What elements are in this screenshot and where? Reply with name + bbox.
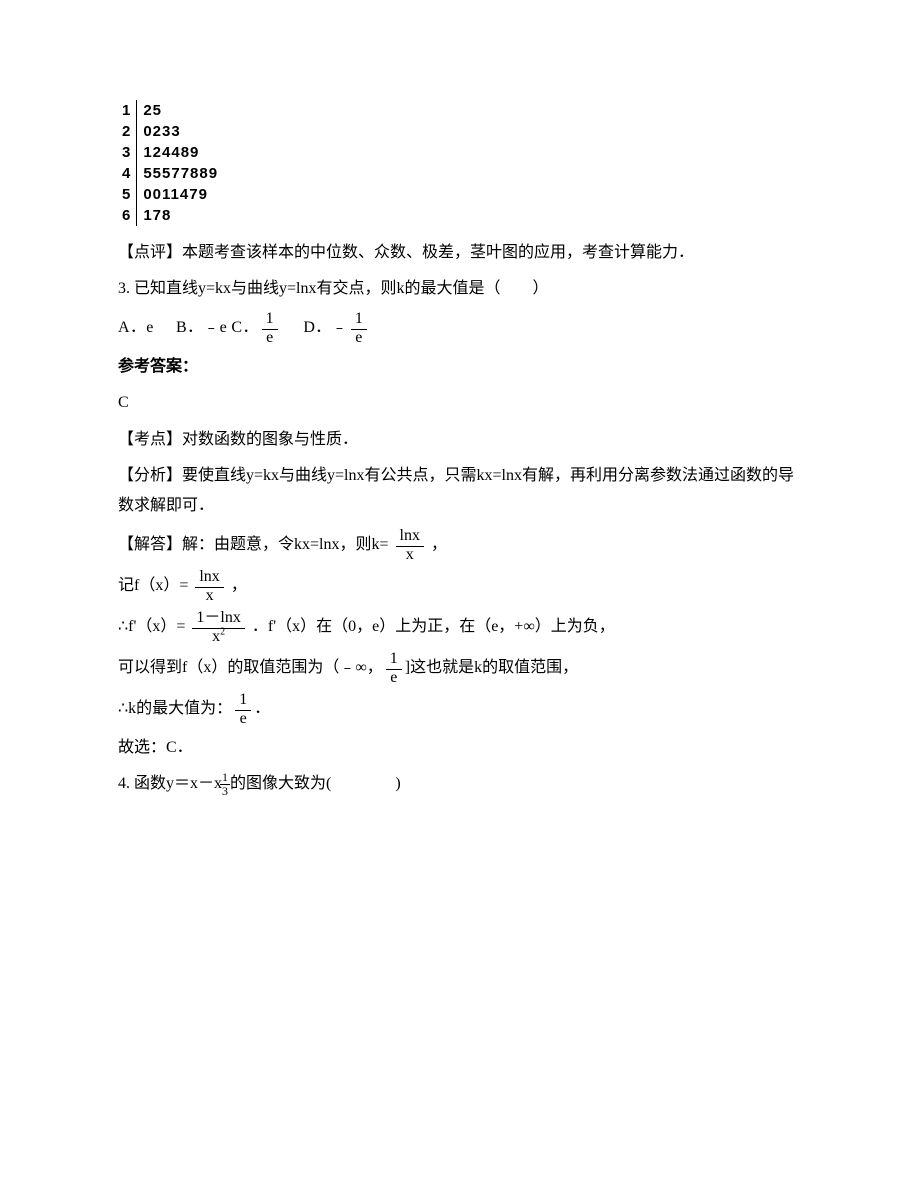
stem-cell: 4	[118, 163, 137, 184]
frac-den: e	[235, 711, 251, 727]
frac: 1e	[235, 692, 251, 727]
exponent-frac: 13	[220, 771, 230, 797]
stem-cell: 5	[118, 184, 137, 205]
opt-c-frac: 1e	[262, 311, 278, 346]
text: 【解答】解：由题意，令kx=lnx，则k=	[118, 536, 393, 553]
jieda-line-2: 记f（x）= lnxx ，	[118, 569, 802, 604]
opt-d-label: D．	[303, 319, 331, 336]
answer-letter: C	[118, 388, 802, 418]
jieda-line-6: 故选：C．	[118, 733, 802, 763]
frac-den: x2	[192, 629, 244, 645]
frac-num: lnx	[195, 569, 223, 588]
frac-num: 1－lnx	[192, 610, 244, 629]
text: ，	[427, 536, 447, 553]
stem-cell: 3	[118, 142, 137, 163]
opt-b: B．﹣e	[176, 319, 227, 336]
reference-answer-heading: 参考答案：	[118, 352, 802, 382]
text: ]这也就是k的取值范围，	[405, 659, 578, 676]
leaf-cell: 178	[137, 205, 222, 226]
text: ．f'（x）在（0，e）上为正，在（e，+∞）上为负，	[248, 618, 615, 635]
frac-den: x	[396, 547, 424, 563]
frac-num: 1	[235, 692, 251, 711]
exp-num: 1	[220, 771, 230, 785]
frac-num: 1	[262, 311, 278, 330]
kaodian-text: 【考点】对数函数的图象与性质．	[118, 425, 802, 455]
sl-row: 3124489	[118, 142, 222, 163]
frac-num: 1	[386, 651, 402, 670]
opt-a: A．e	[118, 319, 154, 336]
sl-row: 20233	[118, 121, 222, 142]
question-3-options: A．e B．﹣e C．1e D．﹣1e	[118, 311, 802, 346]
text: ，	[227, 577, 247, 594]
jieda-line-4: 可以得到f（x）的取值范围为（﹣∞，1e]这也就是k的取值范围，	[118, 651, 802, 686]
stem-cell: 1	[118, 100, 137, 121]
leaf-cell: 25	[137, 100, 222, 121]
sl-row: 125	[118, 100, 222, 121]
stem-cell: 2	[118, 121, 137, 142]
text: ∴f'（x）=	[118, 618, 189, 635]
jieda-line-5: ∴k的最大值为：1e．	[118, 692, 802, 727]
jieda-line-3: ∴f'（x）= 1－lnxx2 ．f'（x）在（0，e）上为正，在（e，+∞）上…	[118, 610, 802, 645]
opt-c-label: C．	[231, 319, 258, 336]
question-3-text: 3. 已知直线y=kx与曲线y=lnx有交点，则k的最大值是（ ）	[118, 274, 802, 304]
q4-b: 的图像大致为( )	[230, 775, 401, 792]
text: ．	[254, 700, 270, 717]
leaf-cell: 0233	[137, 121, 222, 142]
comment-text: 【点评】本题考查该样本的中位数、众数、极差，茎叶图的应用，考查计算能力．	[118, 238, 802, 268]
frac: 1－lnxx2	[192, 610, 244, 645]
question-4-text: 4. 函数y＝x－x13的图像大致为( )	[118, 769, 802, 801]
leaf-cell: 124489	[137, 142, 222, 163]
leaf-cell: 0011479	[137, 184, 222, 205]
sl-row: 50011479	[118, 184, 222, 205]
frac-den: e	[262, 330, 278, 346]
text: 可以得到f（x）的取值范围为（﹣∞，	[118, 659, 383, 676]
text: 记f（x）=	[118, 577, 192, 594]
jieda-line-1: 【解答】解：由题意，令kx=lnx，则k= lnxx ，	[118, 528, 802, 563]
frac-den: x	[195, 588, 223, 604]
stem-cell: 6	[118, 205, 137, 226]
fenxi-text: 【分析】要使直线y=kx与曲线y=lnx有公共点，只需kx=lnx有解，再利用分…	[118, 461, 802, 522]
sl-row: 6178	[118, 205, 222, 226]
sl-row: 455577889	[118, 163, 222, 184]
exp-den: 3	[220, 785, 230, 797]
opt-d-frac: 1e	[351, 311, 367, 346]
frac: lnxx	[396, 528, 424, 563]
frac-num: 1	[351, 311, 367, 330]
neg-sign: ﹣	[332, 319, 348, 336]
frac-den: e	[351, 330, 367, 346]
text: ∴k的最大值为：	[118, 700, 232, 717]
frac: 1e	[386, 651, 402, 686]
stem-leaf-table: 125 20233 3124489 455577889 50011479 617…	[118, 100, 222, 226]
frac: lnxx	[195, 569, 223, 604]
q4-a: 4. 函数y＝x－x	[118, 775, 222, 792]
leaf-cell: 55577889	[137, 163, 222, 184]
frac-den: e	[386, 670, 402, 686]
frac-num: lnx	[396, 528, 424, 547]
